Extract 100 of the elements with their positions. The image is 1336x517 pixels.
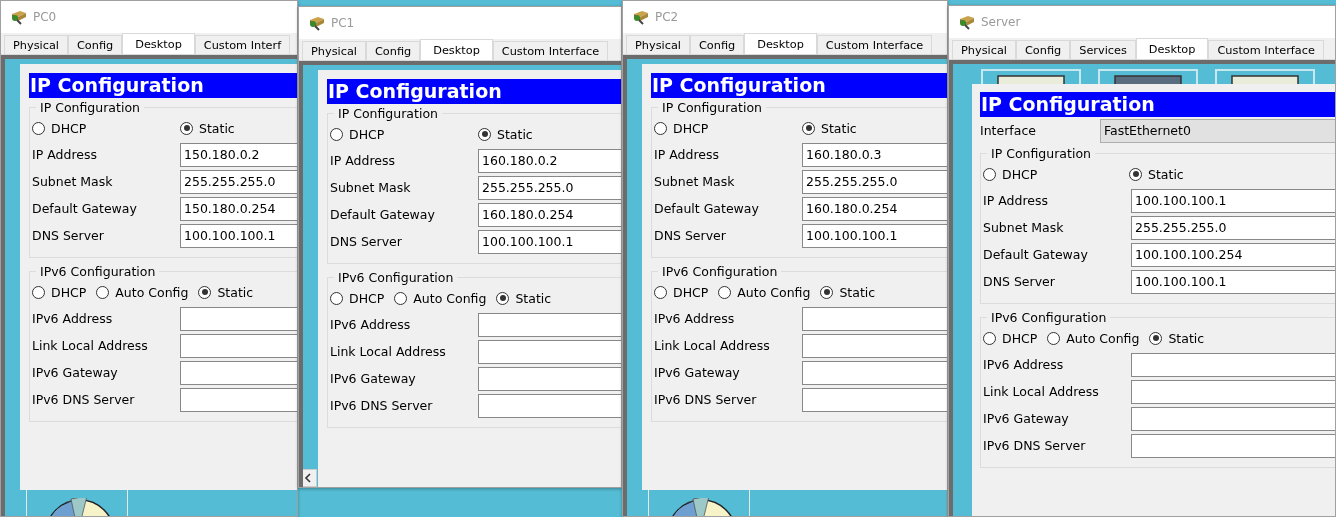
- field-label: IP Address: [654, 147, 720, 162]
- field-label: IPv6 Address: [983, 357, 1065, 372]
- field-label: Default Gateway: [983, 247, 1089, 262]
- group-title: IP Configuration: [661, 100, 763, 115]
- field-label: IPv6 DNS Server: [654, 392, 758, 407]
- input-field[interactable]: [1131, 433, 1335, 458]
- field-label: Default Gateway: [330, 207, 436, 222]
- field-label: Default Gateway: [32, 201, 138, 216]
- input-field[interactable]: 160.180.0.254: [478, 202, 621, 227]
- field-label: IPv6 Gateway: [654, 365, 741, 380]
- field-label: DNS Server: [330, 234, 403, 249]
- field-label: Default Gateway: [654, 201, 760, 216]
- radio-option[interactable]: DHCP: [654, 120, 792, 136]
- radio-option[interactable]: Static: [180, 120, 235, 136]
- field-label: DNS Server: [983, 274, 1056, 289]
- input-field[interactable]: 100.100.100.1: [180, 223, 297, 248]
- input-field[interactable]: 160.180.0.2: [478, 148, 621, 173]
- device-icon: [307, 15, 325, 31]
- tab[interactable]: Config: [1015, 40, 1071, 59]
- tab[interactable]: Desktop: [122, 33, 195, 54]
- radio-option[interactable]: Auto Config: [718, 284, 811, 300]
- field-label: IPv6 Gateway: [983, 411, 1070, 426]
- radio-option[interactable]: Static: [802, 120, 857, 136]
- input-field[interactable]: [802, 306, 947, 331]
- input-field[interactable]: 150.180.0.2: [180, 142, 297, 167]
- input-field[interactable]: 100.100.100.1: [802, 223, 947, 248]
- tab[interactable]: Custom Interface: [1208, 40, 1324, 59]
- radio-option[interactable]: DHCP: [654, 284, 709, 300]
- field-label: Link Local Address: [983, 384, 1100, 399]
- field-label: Link Local Address: [654, 338, 771, 353]
- input-field[interactable]: 100.100.100.1: [1131, 188, 1335, 213]
- input-field[interactable]: [478, 393, 621, 418]
- tab[interactable]: Desktop: [1135, 38, 1209, 59]
- tab[interactable]: Desktop: [420, 39, 493, 60]
- input-field[interactable]: [802, 333, 947, 358]
- radio-option[interactable]: DHCP: [330, 126, 468, 142]
- input-field[interactable]: [478, 339, 621, 364]
- input-field[interactable]: 100.100.100.254: [1131, 242, 1335, 267]
- radio-option[interactable]: DHCP: [330, 290, 385, 306]
- window-title: Server: [981, 15, 1021, 29]
- radio-option[interactable]: Static: [820, 284, 876, 300]
- input-field[interactable]: 100.100.100.1: [478, 229, 621, 254]
- input-field[interactable]: [1131, 352, 1335, 377]
- radio-option[interactable]: Static: [478, 126, 533, 142]
- field-label: IPv6 DNS Server: [983, 438, 1087, 453]
- field-label: Link Local Address: [330, 344, 447, 359]
- radio-option[interactable]: Static: [1129, 166, 1184, 182]
- radio-option[interactable]: Auto Config: [96, 284, 189, 300]
- radio-option[interactable]: Auto Config: [1047, 330, 1140, 346]
- field-label: Subnet Mask: [654, 174, 736, 189]
- input-field[interactable]: 100.100.100.1: [1131, 269, 1335, 294]
- device-icon: [631, 9, 649, 25]
- tab[interactable]: Config: [689, 35, 745, 54]
- input-field[interactable]: [1131, 406, 1335, 431]
- tab[interactable]: Physical: [302, 41, 366, 60]
- tab[interactable]: Config: [67, 35, 123, 54]
- tab[interactable]: Config: [365, 41, 421, 60]
- input-field[interactable]: [1131, 379, 1335, 404]
- tab[interactable]: Physical: [4, 35, 68, 54]
- field-label: DNS Server: [32, 228, 105, 243]
- panel-header: IP Configuration: [651, 73, 947, 98]
- panel-header: IP Configuration: [29, 73, 297, 98]
- radio-option[interactable]: DHCP: [32, 284, 87, 300]
- field-label: Subnet Mask: [983, 220, 1065, 235]
- input-field[interactable]: 255.255.255.0: [180, 169, 297, 194]
- tab[interactable]: Physical: [952, 40, 1016, 59]
- tab[interactable]: Custom Interf: [194, 35, 291, 54]
- tab[interactable]: Desktop: [744, 33, 817, 54]
- radio-option[interactable]: DHCP: [983, 330, 1038, 346]
- group-title: IPv6 Configuration: [337, 270, 455, 285]
- radio-option[interactable]: Static: [1149, 330, 1205, 346]
- group-title: IPv6 Configuration: [661, 264, 779, 279]
- window-title: PC1: [331, 16, 355, 30]
- input-field[interactable]: 255.255.255.0: [1131, 215, 1335, 240]
- input-field[interactable]: [802, 360, 947, 385]
- scroll-left-button[interactable]: [303, 469, 317, 487]
- field-label: Subnet Mask: [32, 174, 114, 189]
- field-label: Subnet Mask: [330, 180, 412, 195]
- radio-option[interactable]: Static: [198, 284, 254, 300]
- input-field[interactable]: [802, 387, 947, 412]
- group-title: IP Configuration: [39, 100, 141, 115]
- field-label: IP Address: [32, 147, 98, 162]
- tab[interactable]: Services: [1070, 40, 1136, 59]
- tab[interactable]: Physical: [626, 35, 690, 54]
- radio-option[interactable]: DHCP: [32, 120, 170, 136]
- input-field[interactable]: 150.180.0.254: [180, 196, 297, 221]
- panel-header: IP Configuration: [980, 92, 1335, 117]
- radio-option[interactable]: Static: [496, 290, 552, 306]
- input-field[interactable]: 255.255.255.0: [478, 175, 621, 200]
- radio-option[interactable]: Auto Config: [394, 290, 487, 306]
- input-field[interactable]: [478, 312, 621, 337]
- input-field[interactable]: [478, 366, 621, 391]
- input-field[interactable]: 255.255.255.0: [802, 169, 947, 194]
- radio-option[interactable]: DHCP: [983, 166, 1119, 182]
- select-field[interactable]: FastEthernet0: [1100, 118, 1335, 143]
- tab[interactable]: Custom Interface: [816, 35, 933, 54]
- input-field[interactable]: 160.180.0.254: [802, 196, 947, 221]
- input-field[interactable]: 160.180.0.3: [802, 142, 947, 167]
- tab[interactable]: Custom Interface: [492, 41, 609, 60]
- group-title: IP Configuration: [337, 106, 439, 121]
